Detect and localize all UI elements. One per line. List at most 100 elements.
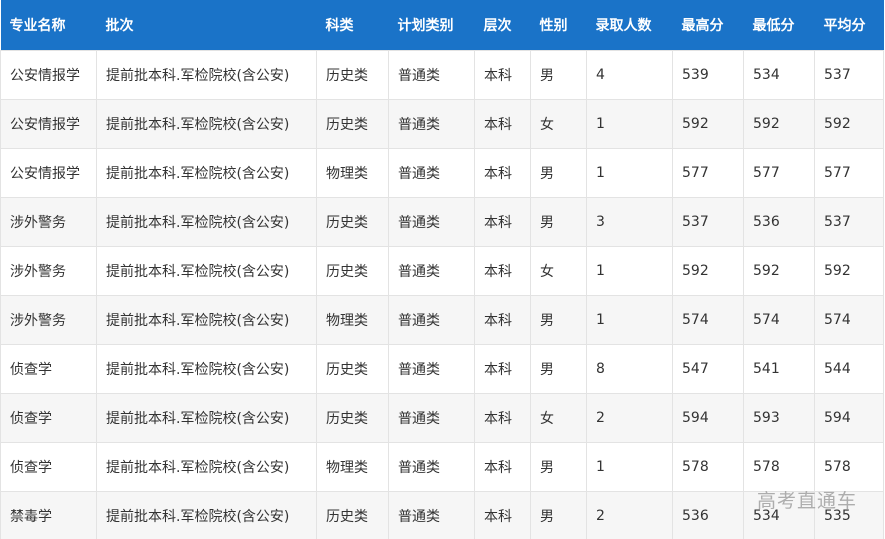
- cell-lowest-score: 574: [743, 294, 815, 345]
- cell-gender: 男: [530, 196, 587, 247]
- header-average-score: 平均分: [823, 17, 866, 34]
- cell-plan-type: 普通类: [388, 490, 475, 539]
- cell-admitted-count: 4: [586, 49, 673, 100]
- header-admitted-count: 录取人数: [595, 17, 652, 34]
- cell-batch: 提前批本科.军检院校(含公安): [96, 245, 317, 296]
- cell-subject-category: 历史类: [316, 392, 389, 443]
- cell-lowest-score: 541: [743, 343, 815, 394]
- table-row: 侦查学 提前批本科.军检院校(含公安) 历史类 普通类 本科 男 8 547 5…: [0, 343, 884, 394]
- cell-level: 本科: [474, 441, 531, 492]
- cell-major-name: 侦查学: [0, 392, 97, 443]
- cell-admitted-count: 1: [586, 294, 673, 345]
- cell-batch: 提前批本科.军检院校(含公安): [96, 147, 317, 198]
- cell-highest-score: 574: [672, 294, 744, 345]
- cell-level: 本科: [474, 49, 531, 100]
- table-row: 公安情报学 提前批本科.军检院校(含公安) 物理类 普通类 本科 男 1 577…: [0, 147, 884, 198]
- cell-admitted-count: 1: [586, 147, 673, 198]
- cell-batch: 提前批本科.军检院校(含公安): [96, 392, 317, 443]
- cell-lowest-score: 592: [743, 98, 815, 149]
- cell-major-name: 侦查学: [0, 441, 97, 492]
- cell-batch: 提前批本科.军检院校(含公安): [96, 441, 317, 492]
- cell-major-name: 公安情报学: [0, 147, 97, 198]
- cell-average-score: 537: [814, 49, 884, 100]
- cell-average-score: 592: [814, 98, 884, 149]
- header-lowest-score: 最低分: [752, 17, 795, 34]
- cell-batch: 提前批本科.军检院校(含公安): [96, 49, 317, 100]
- cell-major-name: 公安情报学: [0, 49, 97, 100]
- cell-admitted-count: 1: [586, 98, 673, 149]
- cell-plan-type: 普通类: [388, 196, 475, 247]
- cell-level: 本科: [474, 98, 531, 149]
- cell-highest-score: 594: [672, 392, 744, 443]
- header-row: 专业名称 批次 科类 计划类别 层次 性别 录取人数 最高分 最低分 平均分: [0, 0, 884, 50]
- cell-batch: 提前批本科.军检院校(含公安): [96, 343, 317, 394]
- cell-gender: 男: [530, 147, 587, 198]
- cell-plan-type: 普通类: [388, 245, 475, 296]
- cell-highest-score: 592: [672, 98, 744, 149]
- cell-subject-category: 历史类: [316, 49, 389, 100]
- cell-major-name: 侦查学: [0, 343, 97, 394]
- table-row: 公安情报学 提前批本科.军检院校(含公安) 历史类 普通类 本科 男 4 539…: [0, 49, 884, 100]
- cell-gender: 女: [530, 392, 587, 443]
- cell-average-score: 594: [814, 392, 884, 443]
- header-highest-score: 最高分: [681, 17, 724, 34]
- cell-admitted-count: 1: [586, 245, 673, 296]
- cell-highest-score: 578: [672, 441, 744, 492]
- cell-average-score: 578: [814, 441, 884, 492]
- cell-plan-type: 普通类: [388, 147, 475, 198]
- cell-batch: 提前批本科.军检院校(含公安): [96, 98, 317, 149]
- admission-table-view: 专业名称 批次 科类 计划类别 层次 性别 录取人数 最高分 最低分 平均分 公…: [0, 0, 885, 539]
- cell-major-name: 涉外警务: [0, 245, 97, 296]
- cell-lowest-score: 534: [743, 49, 815, 100]
- header-gender: 性别: [539, 17, 568, 34]
- cell-admitted-count: 1: [586, 441, 673, 492]
- cell-subject-category: 物理类: [316, 147, 389, 198]
- cell-subject-category: 物理类: [316, 441, 389, 492]
- cell-gender: 男: [530, 441, 587, 492]
- cell-subject-category: 历史类: [316, 343, 389, 394]
- cell-major-name: 公安情报学: [0, 98, 97, 149]
- cell-admitted-count: 3: [586, 196, 673, 247]
- cell-gender: 男: [530, 294, 587, 345]
- table-row: 禁毒学 提前批本科.军检院校(含公安) 历史类 普通类 本科 男 2 536 5…: [0, 490, 884, 539]
- cell-gender: 女: [530, 245, 587, 296]
- cell-highest-score: 547: [672, 343, 744, 394]
- cell-lowest-score: 593: [743, 392, 815, 443]
- cell-average-score: 592: [814, 245, 884, 296]
- cell-plan-type: 普通类: [388, 294, 475, 345]
- header-major-name: 专业名称: [9, 17, 66, 34]
- cell-plan-type: 普通类: [388, 49, 475, 100]
- cell-admitted-count: 2: [586, 392, 673, 443]
- cell-highest-score: 539: [672, 49, 744, 100]
- cell-major-name: 涉外警务: [0, 294, 97, 345]
- cell-gender: 男: [530, 490, 587, 539]
- cell-plan-type: 普通类: [388, 98, 475, 149]
- table-header: 专业名称 批次 科类 计划类别 层次 性别 录取人数 最高分 最低分 平均分: [0, 0, 884, 50]
- cell-level: 本科: [474, 294, 531, 345]
- cell-admitted-count: 8: [586, 343, 673, 394]
- cell-highest-score: 536: [672, 490, 744, 539]
- header-plan-type: 计划类别: [397, 17, 454, 34]
- cell-level: 本科: [474, 490, 531, 539]
- table-row: 侦查学 提前批本科.军检院校(含公安) 物理类 普通类 本科 男 1 578 5…: [0, 441, 884, 492]
- cell-level: 本科: [474, 392, 531, 443]
- cell-subject-category: 历史类: [316, 196, 389, 247]
- cell-highest-score: 592: [672, 245, 744, 296]
- table-row: 公安情报学 提前批本科.军检院校(含公安) 历史类 普通类 本科 女 1 592…: [0, 98, 884, 149]
- header-subject-category: 科类: [325, 17, 354, 34]
- cell-average-score: 577: [814, 147, 884, 198]
- cell-level: 本科: [474, 196, 531, 247]
- cell-major-name: 涉外警务: [0, 196, 97, 247]
- cell-subject-category: 物理类: [316, 294, 389, 345]
- cell-lowest-score: 577: [743, 147, 815, 198]
- cell-major-name: 禁毒学: [0, 490, 97, 539]
- header-level: 层次: [483, 17, 512, 34]
- cell-subject-category: 历史类: [316, 490, 389, 539]
- cell-gender: 男: [530, 343, 587, 394]
- cell-lowest-score: 578: [743, 441, 815, 492]
- cell-average-score: 544: [814, 343, 884, 394]
- cell-batch: 提前批本科.军检院校(含公安): [96, 490, 317, 539]
- cell-subject-category: 历史类: [316, 98, 389, 149]
- admission-score-table: 专业名称 批次 科类 计划类别 层次 性别 录取人数 最高分 最低分 平均分 公…: [0, 0, 884, 539]
- table-row: 侦查学 提前批本科.军检院校(含公安) 历史类 普通类 本科 女 2 594 5…: [0, 392, 884, 443]
